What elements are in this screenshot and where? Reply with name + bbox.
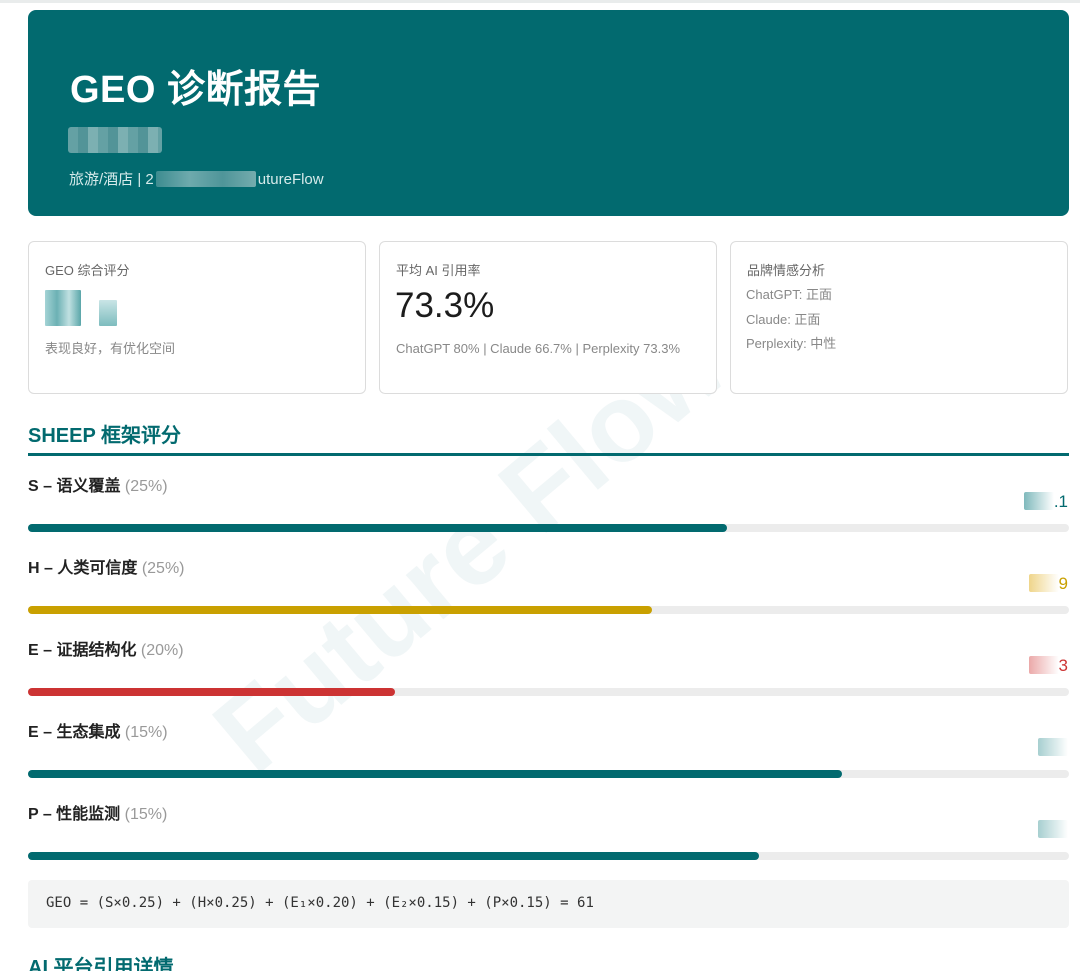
metric-label: E – 生态集成 (28, 724, 121, 741)
metric-score: 9 (1028, 574, 1069, 594)
sentiment-card: 品牌情感分析 ChatGPT: 正面 Claude: 正面 Perplexity… (730, 241, 1068, 394)
report-title: GEO 诊断报告 (70, 69, 322, 111)
metric-progress-fill (28, 606, 652, 614)
metric-name: E – 生态集成 (15%) (28, 718, 168, 742)
metric-progress-track (28, 770, 1069, 778)
section-divider (28, 453, 1069, 456)
metric-name: E – 证据结构化 (20%) (28, 636, 184, 660)
citation-rate-card: 平均 AI 引用率 73.3% ChatGPT 80% | Claude 66.… (379, 241, 717, 394)
metric-weight: (20%) (140, 642, 184, 659)
metric-score-tail: 9 (1058, 574, 1068, 593)
metric-progress-fill (28, 524, 727, 532)
redacted-score (1028, 574, 1059, 592)
sentiment-perplexity: Perplexity: 中性 (746, 336, 837, 351)
metric-score (1038, 738, 1069, 758)
metric-weight: (15%) (124, 806, 168, 823)
ai-citation-section-title: AI 平台引用详情 (28, 957, 174, 971)
overall-score-card: GEO 综合评分 表现良好，有优化空间 (28, 241, 366, 394)
redacted-score (1038, 738, 1068, 756)
metric-row: E – 证据结构化 (20%) 3 (28, 636, 1069, 716)
metric-score: .1 (1023, 492, 1069, 512)
metric-progress-fill (28, 770, 843, 778)
overall-score-label: GEO 综合评分 (45, 263, 130, 278)
metric-progress-track (28, 524, 1069, 532)
redacted-score (1028, 656, 1059, 674)
metric-progress-track (28, 852, 1069, 860)
metric-weight: (15%) (124, 724, 168, 741)
metric-label: E – 证据结构化 (28, 642, 137, 659)
metric-score-tail: .1 (1053, 492, 1068, 511)
sheep-section-title: SHEEP 框架评分 (28, 425, 181, 447)
citation-rate-value: 73.3% (395, 286, 495, 325)
metric-weight: (25%) (141, 560, 185, 577)
metric-weight: (25%) (124, 478, 168, 495)
metric-score (1038, 820, 1069, 840)
sentiment-claude: Claude: 正面 (746, 312, 821, 327)
metric-progress-fill (28, 688, 396, 696)
metric-name: H – 人类可信度 (25%) (28, 554, 185, 578)
metric-score-tail: 3 (1058, 656, 1068, 675)
citation-rate-breakdown: ChatGPT 80% | Claude 66.7% | Perplexity … (396, 341, 681, 356)
metric-progress-fill (28, 852, 759, 860)
metric-label: S – 语义覆盖 (28, 478, 121, 495)
redacted-overall-score (45, 290, 125, 326)
metric-row: E – 生态集成 (15%) (28, 718, 1069, 798)
metric-row: S – 语义覆盖 (25%) .1 (28, 472, 1069, 552)
redacted-brand-name (68, 127, 162, 153)
metric-name: S – 语义覆盖 (25%) (28, 472, 168, 496)
citation-rate-label: 平均 AI 引用率 (396, 263, 481, 278)
metric-label: P – 性能监测 (28, 806, 121, 823)
metric-score: 3 (1028, 656, 1069, 676)
redacted-score (1038, 820, 1068, 838)
metric-progress-track (28, 606, 1069, 614)
sentiment-label: 品牌情感分析 (747, 263, 826, 278)
redacted-score (1023, 492, 1054, 510)
sentiment-chatgpt: ChatGPT: 正面 (746, 287, 832, 302)
metric-progress-track (28, 688, 1069, 696)
geo-formula: GEO = (S×0.25) + (H×0.25) + (E₁×0.20) + … (28, 880, 1069, 928)
meta-prefix: 旅游/酒店 | 2 (69, 171, 154, 188)
metric-row: P – 性能监测 (15%) (28, 800, 1069, 880)
metric-name: P – 性能监测 (15%) (28, 800, 167, 824)
report-header: GEO 诊断报告 旅游/酒店 | 2 utureFlow (28, 10, 1069, 216)
top-divider (0, 0, 1080, 3)
redacted-meta (155, 171, 256, 187)
metric-row: H – 人类可信度 (25%) 9 (28, 554, 1069, 634)
report-meta: 旅游/酒店 | 2 utureFlow (69, 168, 324, 189)
overall-score-note: 表现良好，有优化空间 (45, 341, 176, 356)
meta-suffix: utureFlow (257, 171, 324, 188)
metric-label: H – 人类可信度 (28, 560, 138, 577)
